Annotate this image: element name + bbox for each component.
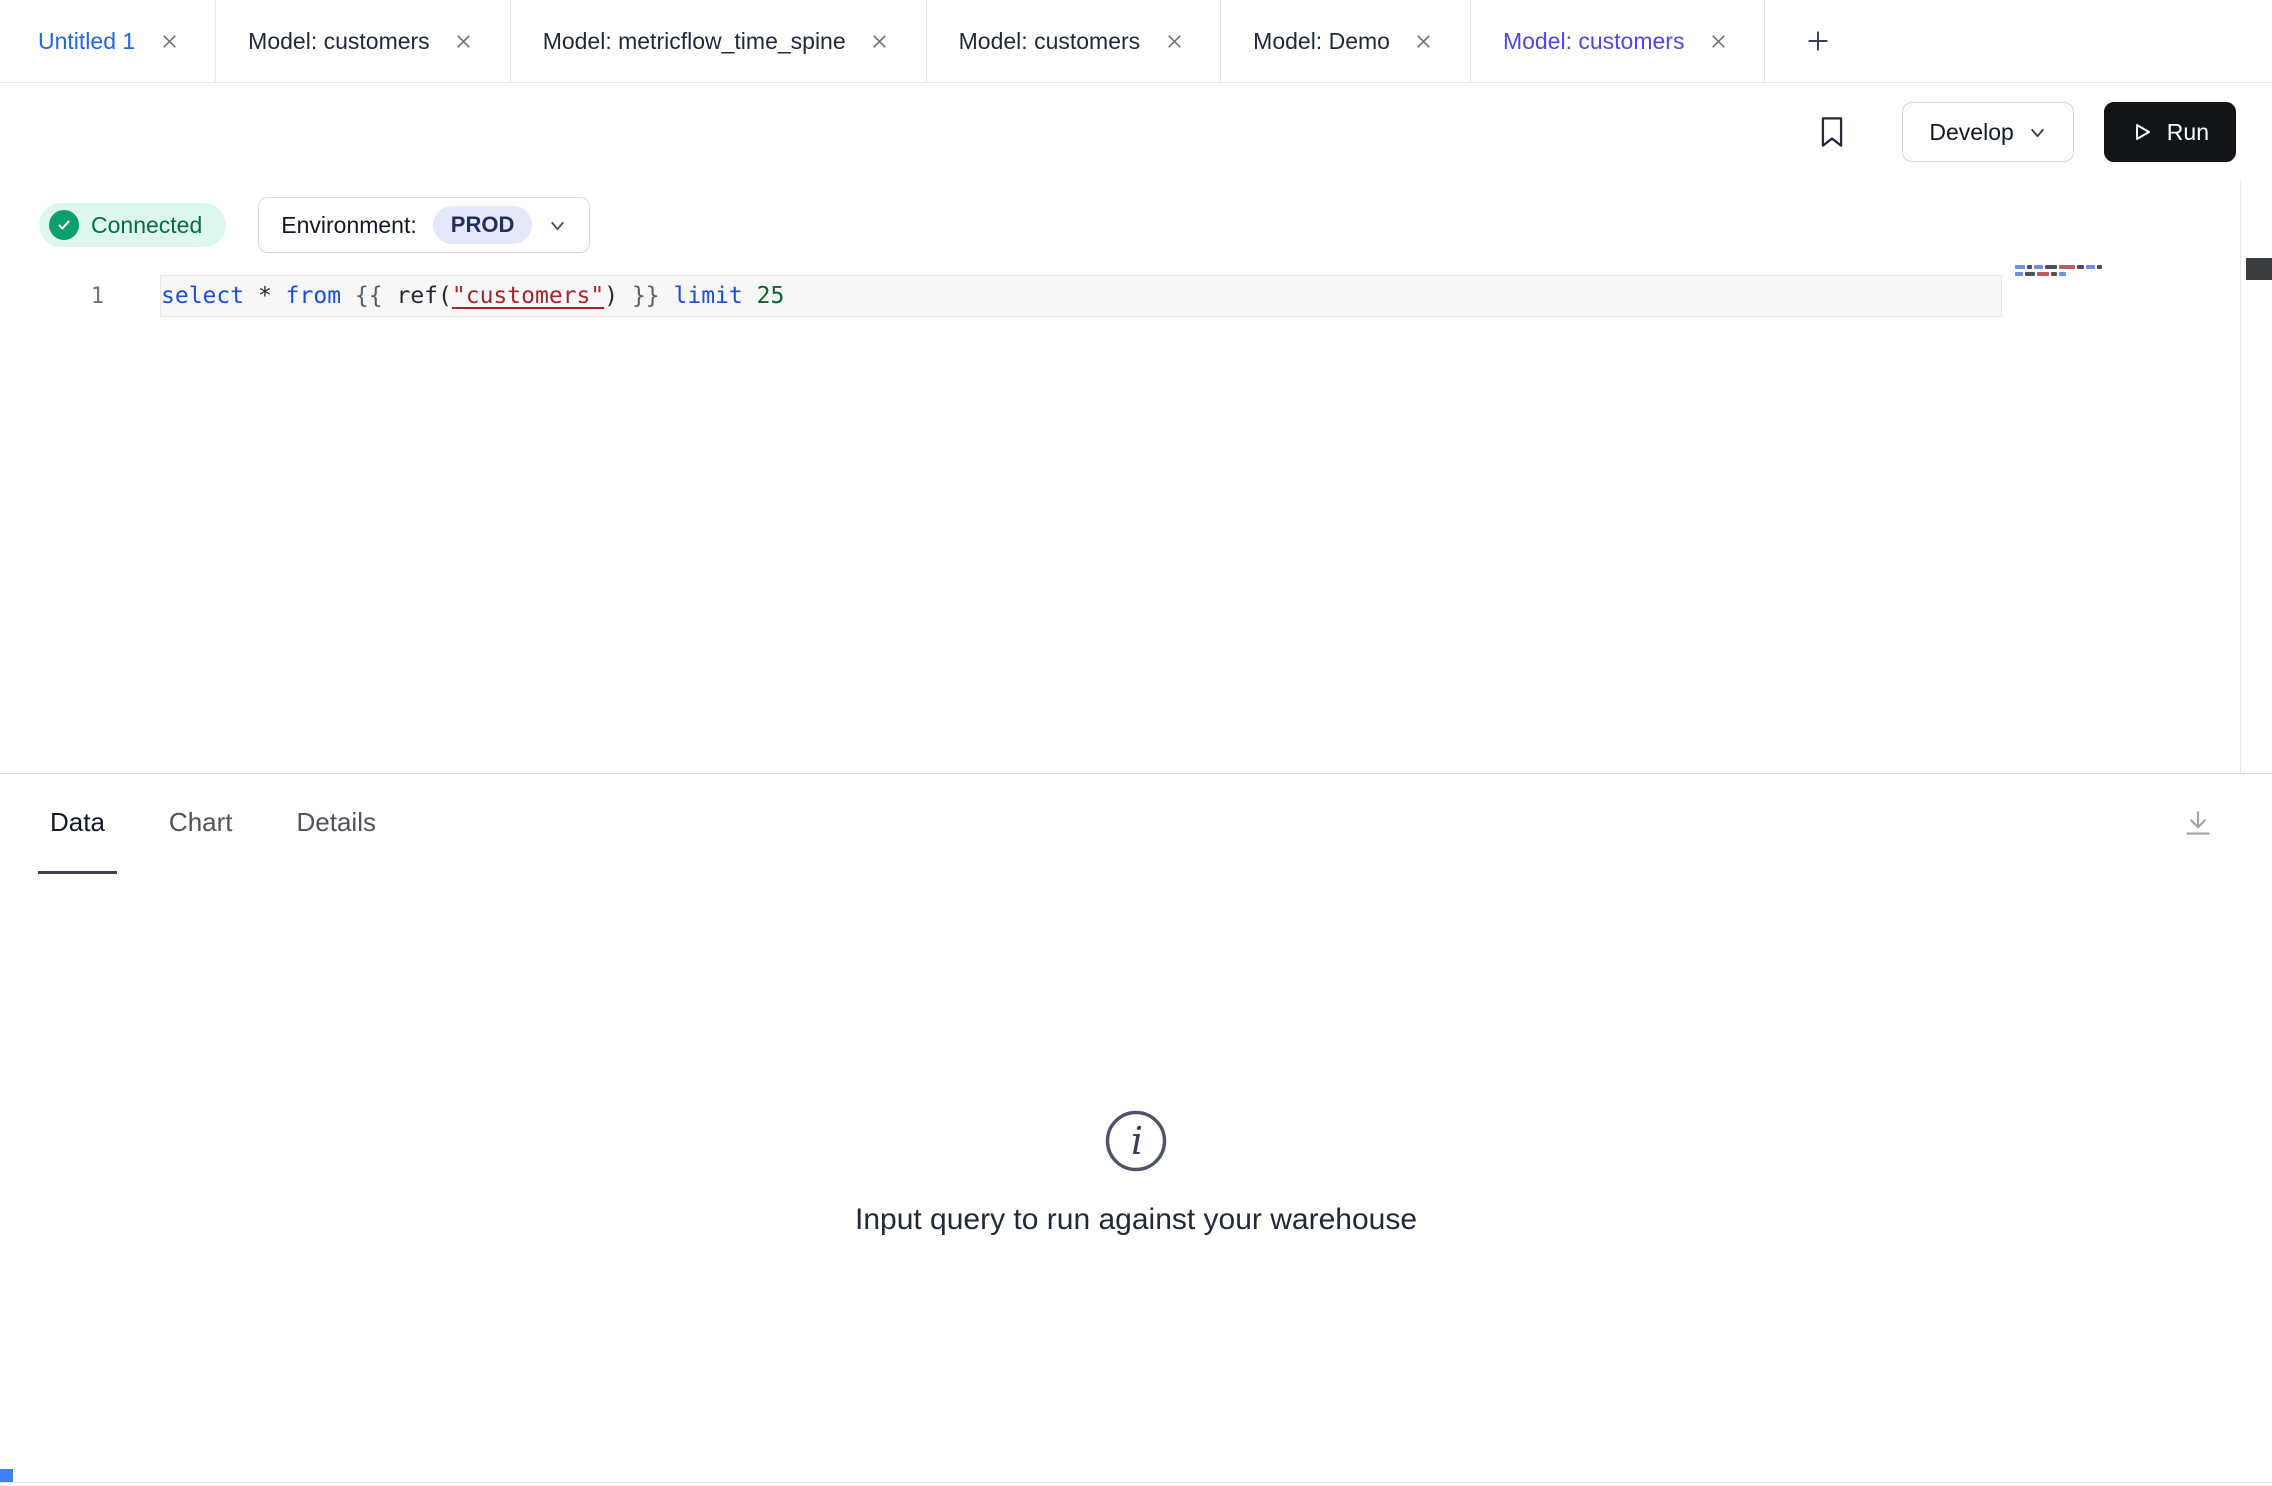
editor-scrollbar-track xyxy=(2240,181,2241,773)
empty-state-message: Input query to run against your warehous… xyxy=(855,1203,1417,1237)
chevron-down-icon xyxy=(548,216,567,235)
tab-label: Model: Demo xyxy=(1253,28,1390,55)
tab-label: Untitled 1 xyxy=(38,28,135,55)
environment-selector[interactable]: Environment: PROD xyxy=(258,197,590,253)
bottom-border xyxy=(0,1482,2272,1483)
bottom-left-indicator xyxy=(0,1469,13,1482)
tab-label: Model: metricflow_time_spine xyxy=(543,28,846,55)
close-icon xyxy=(455,33,472,50)
tab-model-customers-3[interactable]: Model: customers xyxy=(1471,0,1766,82)
tab-untitled-1[interactable]: Untitled 1 xyxy=(0,0,216,82)
svg-text:i: i xyxy=(1131,1119,1143,1163)
results-tabrow: Data Chart Details xyxy=(0,774,2272,874)
tab-close-button[interactable] xyxy=(866,27,894,55)
minimap-line xyxy=(2015,265,2105,269)
download-icon xyxy=(2182,808,2214,840)
tab-data[interactable]: Data xyxy=(38,774,117,874)
connection-status-row: Connected Environment: PROD xyxy=(39,197,2272,253)
editor-scrollbar-thumb[interactable] xyxy=(2246,258,2272,280)
run-label: Run xyxy=(2167,119,2209,146)
tab-close-button[interactable] xyxy=(1704,27,1732,55)
minimap-line xyxy=(2015,272,2105,276)
tab-label: Model: customers xyxy=(248,28,430,55)
check-circle xyxy=(49,210,79,240)
tab-model-customers-1[interactable]: Model: customers xyxy=(216,0,511,82)
tab-data-label: Data xyxy=(50,807,105,838)
tab-model-demo[interactable]: Model: Demo xyxy=(1221,0,1471,82)
tab-chart[interactable]: Chart xyxy=(157,774,245,874)
run-button[interactable]: Run xyxy=(2104,102,2236,162)
tab-details-label: Details xyxy=(297,807,376,838)
check-icon xyxy=(56,217,72,233)
editor-minimap[interactable] xyxy=(2015,265,2105,279)
chevron-down-icon xyxy=(2028,123,2047,142)
editor-toolbar: Develop Run xyxy=(0,83,2272,181)
tab-model-customers-2[interactable]: Model: customers xyxy=(927,0,1222,82)
environment-badge: PROD xyxy=(433,206,533,244)
bookmark-icon xyxy=(1816,115,1848,149)
code-line-1: 1 select * from {{ ref("customers") }} l… xyxy=(0,275,2272,317)
play-icon xyxy=(2131,121,2153,143)
code-text[interactable]: select * from {{ ref("customers") }} lim… xyxy=(161,276,784,316)
close-icon xyxy=(871,33,888,50)
bookmark-button[interactable] xyxy=(1810,110,1854,154)
sql-code-editor[interactable]: 1 select * from {{ ref("customers") }} l… xyxy=(0,253,2272,773)
tab-close-button[interactable] xyxy=(1160,27,1188,55)
close-icon xyxy=(1415,33,1432,50)
tab-label: Model: customers xyxy=(959,28,1141,55)
new-tab-button[interactable] xyxy=(1805,0,1831,82)
close-icon xyxy=(1710,33,1727,50)
tab-details[interactable]: Details xyxy=(285,774,388,874)
develop-label: Develop xyxy=(1929,119,2013,146)
develop-dropdown-button[interactable]: Develop xyxy=(1902,102,2073,162)
plus-icon xyxy=(1805,28,1831,54)
connected-label: Connected xyxy=(91,212,202,239)
results-empty-state: i Input query to run against your wareho… xyxy=(0,874,2272,1237)
environment-label: Environment: xyxy=(281,212,417,239)
line-number: 1 xyxy=(0,284,104,309)
editor-tabbar: Untitled 1 Model: customers Model: metri… xyxy=(0,0,2272,83)
active-line-highlight[interactable]: select * from {{ ref("customers") }} lim… xyxy=(160,275,2002,317)
close-icon xyxy=(161,33,178,50)
connected-status-badge: Connected xyxy=(39,203,226,247)
tab-chart-label: Chart xyxy=(169,807,233,838)
tab-close-button[interactable] xyxy=(1410,27,1438,55)
close-icon xyxy=(1166,33,1183,50)
info-icon: i xyxy=(1104,1109,1168,1173)
tab-close-button[interactable] xyxy=(155,27,183,55)
tab-close-button[interactable] xyxy=(450,27,478,55)
download-results-button[interactable] xyxy=(2176,802,2220,846)
results-panel: Data Chart Details i Input query to run … xyxy=(0,773,2272,1237)
tab-label: Model: customers xyxy=(1503,28,1685,55)
tab-model-metricflow-time-spine[interactable]: Model: metricflow_time_spine xyxy=(511,0,927,82)
